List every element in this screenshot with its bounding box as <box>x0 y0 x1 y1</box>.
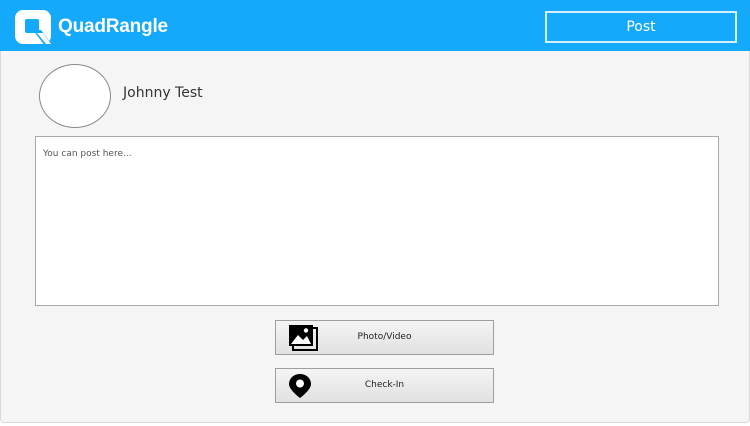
user-name: Johnny Test <box>123 85 203 101</box>
quadrangle-logo-icon <box>15 10 53 46</box>
app-window: QuadRangle Post Johnny Test Photo/Video … <box>0 0 750 426</box>
post-textarea[interactable] <box>35 136 719 306</box>
composer-card: Johnny Test Photo/Video Check-In <box>0 51 750 423</box>
brand-name: QuadRangle <box>58 16 168 37</box>
photo-video-label: Photo/Video <box>357 332 412 342</box>
photo-video-button[interactable]: Photo/Video <box>275 320 494 355</box>
avatar <box>39 64 111 128</box>
check-in-button[interactable]: Check-In <box>275 368 494 403</box>
check-in-label: Check-In <box>364 380 405 390</box>
top-bar: QuadRangle Post <box>0 0 750 51</box>
post-button[interactable]: Post <box>545 11 737 43</box>
